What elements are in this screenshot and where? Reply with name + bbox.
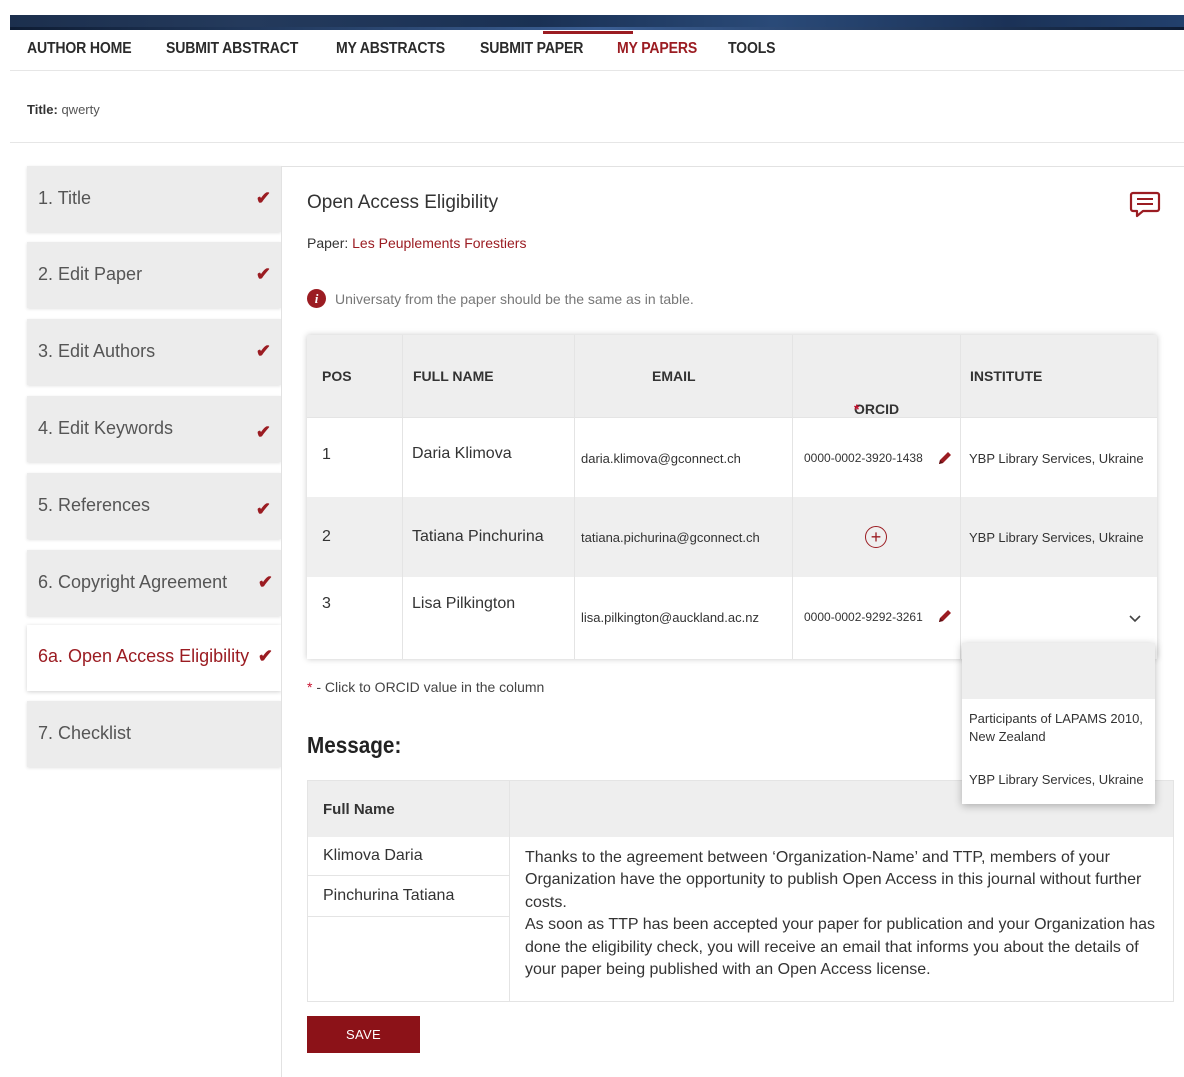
- paper-label: Paper:: [307, 235, 349, 251]
- col-full-name: FULL NAME: [403, 335, 575, 417]
- message-paragraph: As soon as TTP has been accepted your pa…: [525, 916, 1156, 979]
- nav-author-home[interactable]: AUTHOR HOME: [27, 36, 132, 66]
- step-edit-paper[interactable]: 2. Edit Paper ✔: [27, 242, 281, 308]
- email-cell: lisa.pilkington@auckland.ac.nz: [581, 610, 759, 625]
- nav-my-papers[interactable]: MY PAPERS: [617, 36, 697, 66]
- check-icon: ✔: [255, 264, 271, 284]
- col-pos: POS: [307, 335, 403, 417]
- title-value: qwerty: [61, 102, 100, 117]
- message-body: Thanks to the agreement between ‘Organiz…: [525, 847, 1165, 981]
- step-checklist[interactable]: 7. Checklist: [27, 701, 281, 767]
- dropdown-option[interactable]: YBP Library Services, Ukraine: [969, 771, 1149, 789]
- name-cell: Daria Klimova: [412, 445, 512, 462]
- step-label: 3. Edit Authors: [38, 341, 156, 361]
- check-icon: ✔: [255, 422, 271, 442]
- name-cell: Tatiana Pinchurina: [412, 528, 544, 545]
- paper-name: Les Peuplements Forestiers: [352, 235, 527, 251]
- chat-icon[interactable]: [1129, 191, 1161, 219]
- nav-tools[interactable]: TOOLS: [728, 36, 776, 66]
- email-cell: tatiana.pichurina@gconnect.ch: [581, 530, 760, 545]
- check-icon: ✔: [257, 646, 273, 666]
- step-edit-authors[interactable]: 3. Edit Authors ✔: [27, 319, 281, 385]
- info-text: Universaty from the paper should be the …: [335, 290, 694, 307]
- dropdown-empty-option[interactable]: [962, 643, 1155, 699]
- table-row: 1 Daria Klimova daria.klimova@gconnect.c…: [307, 417, 1157, 498]
- step-label: 6a. Open Access Eligibility: [38, 646, 250, 666]
- nav-my-abstracts[interactable]: MY ABSTRACTS: [336, 36, 445, 66]
- message-paragraph: Thanks to the agreement between ‘Organiz…: [525, 849, 1142, 911]
- institute-cell: YBP Library Services, Ukraine: [969, 530, 1144, 545]
- nav-active-indicator: [543, 31, 633, 34]
- nav-divider: [10, 70, 1184, 71]
- check-icon: ✔: [255, 188, 271, 208]
- orcid-cell[interactable]: +: [793, 497, 961, 577]
- title-label: Title:: [27, 102, 58, 117]
- institute-cell: YBP Library Services, Ukraine: [969, 451, 1144, 466]
- step-copyright-agreement[interactable]: 6. Copyright Agreement ✔: [27, 550, 281, 616]
- chevron-down-icon[interactable]: [1129, 615, 1141, 623]
- step-label: 7. Checklist: [38, 723, 132, 743]
- title-divider: [10, 142, 1184, 143]
- step-label: 6. Copyright Agreement: [38, 572, 228, 592]
- orcid-cell[interactable]: 0000-0002-3920-1438: [793, 418, 961, 498]
- info-icon: i: [307, 289, 326, 308]
- info-notice: i Universaty from the paper should be th…: [307, 289, 694, 308]
- recipient-name: Pinchurina Tatiana: [323, 887, 455, 904]
- institute-dropdown-menu: Participants of LAPAMS 2010, New Zealand…: [962, 643, 1155, 804]
- row-separator: [308, 875, 509, 876]
- row-separator: [308, 916, 509, 917]
- pencil-icon[interactable]: [937, 608, 953, 624]
- top-navigation: AUTHOR HOME SUBMIT ABSTRACT MY ABSTRACTS…: [27, 36, 802, 70]
- step-open-access-eligibility[interactable]: 6a. Open Access Eligibility ✔: [27, 625, 281, 691]
- recipient-name: Klimova Daria: [323, 847, 423, 864]
- orcid-value[interactable]: 0000-0002-9292-3261: [804, 610, 923, 624]
- step-title[interactable]: 1. Title ✔: [27, 166, 281, 232]
- full-name-header: Full Name: [323, 801, 395, 818]
- column-divider: [509, 781, 510, 1001]
- check-icon: ✔: [255, 341, 271, 361]
- check-icon: ✔: [255, 499, 271, 519]
- step-label: 5. References: [38, 495, 151, 515]
- step-references[interactable]: 5. References ✔: [27, 473, 281, 539]
- message-table: Full Name Klimova Daria Pinchurina Tatia…: [307, 780, 1174, 1002]
- pos-cell: 3: [322, 595, 331, 612]
- page-title: Open Access Eligibility: [307, 192, 499, 213]
- nav-submit-paper[interactable]: SUBMIT PAPER: [480, 36, 583, 66]
- step-label: 2. Edit Paper: [38, 264, 143, 284]
- table-header-row: POS FULL NAME EMAIL ORCID * INSTITUTE: [307, 335, 1157, 417]
- message-heading: Message:: [307, 732, 402, 758]
- paper-title-line: Title: qwerty: [27, 102, 100, 117]
- dropdown-option[interactable]: Participants of LAPAMS 2010, New Zealand: [969, 710, 1149, 746]
- col-email: EMAIL: [575, 335, 793, 417]
- name-cell: Lisa Pilkington: [412, 595, 516, 612]
- col-orcid: ORCID *: [793, 335, 961, 417]
- paper-line: Paper: Les Peuplements Forestiers: [307, 235, 526, 251]
- check-icon: ✔: [257, 572, 273, 592]
- main-panel: Open Access Eligibility Paper: Les Peupl…: [281, 166, 1184, 1077]
- add-orcid-icon[interactable]: +: [865, 526, 887, 548]
- pos-cell: 2: [322, 528, 331, 545]
- email-cell: daria.klimova@gconnect.ch: [581, 451, 741, 466]
- orcid-footnote: * - Click to ORCID value in the column: [307, 679, 545, 695]
- pencil-icon[interactable]: [937, 450, 953, 466]
- orcid-value[interactable]: 0000-0002-3920-1438: [804, 451, 923, 465]
- step-label: 4. Edit Keywords: [38, 418, 174, 438]
- authors-table: POS FULL NAME EMAIL ORCID * INSTITUTE 1 D…: [307, 335, 1157, 659]
- step-label: 1. Title: [38, 188, 92, 208]
- nav-submit-abstract[interactable]: SUBMIT ABSTRACT: [166, 36, 298, 66]
- save-button[interactable]: SAVE: [307, 1016, 420, 1053]
- header-banner: [10, 15, 1184, 30]
- pos-cell: 1: [322, 446, 331, 463]
- step-edit-keywords[interactable]: 4. Edit Keywords ✔: [27, 396, 281, 462]
- orcid-cell[interactable]: 0000-0002-9292-3261: [793, 577, 961, 659]
- table-row: 2 Tatiana Pinchurina tatiana.pichurina@g…: [307, 497, 1157, 577]
- col-institute: INSTITUTE: [970, 368, 1043, 384]
